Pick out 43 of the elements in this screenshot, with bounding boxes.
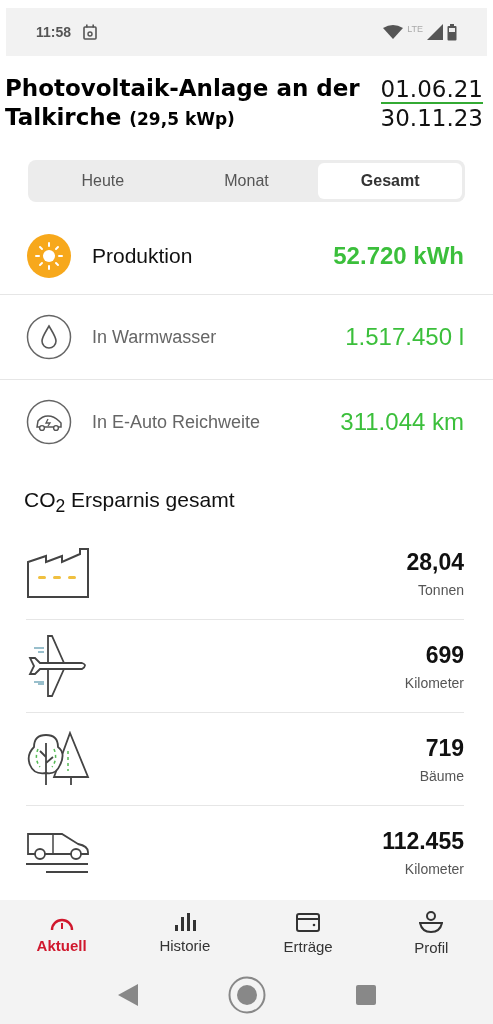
trees-icon xyxy=(26,731,90,788)
nav-tab[interactable]: Erträge xyxy=(246,900,370,966)
stat-label: Produktion xyxy=(92,244,194,268)
nav-tab[interactable]: Profil xyxy=(369,900,493,966)
nav-tab[interactable]: Aktuell xyxy=(0,900,124,966)
bar-chart-icon xyxy=(172,912,197,931)
start-date: 01.06.21 xyxy=(380,75,483,104)
savings-unit: Kilometer xyxy=(404,674,464,691)
car-icon xyxy=(26,830,90,875)
savings-unit: Tonnen xyxy=(418,581,464,598)
period-tab[interactable]: Gesamt xyxy=(318,163,462,199)
savings-value: 699 xyxy=(425,641,464,669)
profile-icon xyxy=(419,910,444,933)
clock: 11:58 xyxy=(36,24,72,40)
savings-unit: Bäume xyxy=(419,767,464,784)
network-label: LTE xyxy=(407,23,423,34)
stat-label: In Warmwasser xyxy=(92,326,218,348)
water-drop-icon xyxy=(26,314,72,360)
battery-icon xyxy=(447,23,457,41)
end-date: 30.11.23 xyxy=(380,103,483,133)
stat-value: 52.720 kWh xyxy=(333,242,464,270)
plant-title: Photovoltaik-Anlage an der Talkirche (29,5 kWp) xyxy=(5,74,360,132)
factory-icon xyxy=(26,548,90,599)
back-icon[interactable] xyxy=(117,984,138,1006)
period-tab[interactable]: Monat xyxy=(174,163,319,199)
electric-car-icon xyxy=(26,399,72,445)
stat-label: In E-Auto Reichweite xyxy=(92,411,262,433)
recents-icon[interactable] xyxy=(355,985,376,1005)
savings-value: 112.455 xyxy=(382,827,464,855)
nav-tab[interactable]: Historie xyxy=(123,900,247,966)
sun-icon xyxy=(26,233,72,279)
stat-value: 1.517.450 l xyxy=(345,323,464,351)
wallet-icon xyxy=(296,911,321,932)
section-heading: CO$_{2}$ Ersparnis gesamt xyxy=(23,487,236,519)
period-tab[interactable]: Heute xyxy=(31,163,175,199)
calendar-icon xyxy=(83,24,98,40)
stat-value: 311.044 km xyxy=(340,408,464,436)
savings-value: 28,04 xyxy=(406,548,464,576)
wifi-icon xyxy=(383,25,404,39)
home-icon[interactable] xyxy=(227,976,266,1014)
signal-icon xyxy=(427,24,443,40)
savings-unit: Kilometer xyxy=(404,860,464,877)
savings-value: 719 xyxy=(425,734,464,762)
